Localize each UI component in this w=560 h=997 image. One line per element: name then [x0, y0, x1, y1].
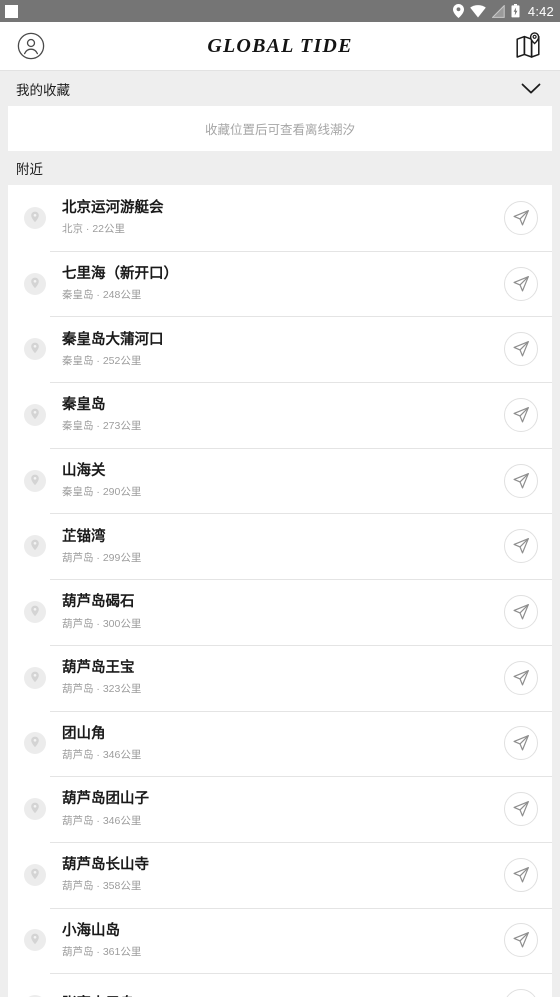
list-item-subtitle: 秦皇岛 · 273公里 — [62, 420, 142, 433]
list-item-title: 小海山岛 — [62, 922, 120, 939]
list-item-subtitle: 北京 · 22公里 — [62, 223, 126, 236]
nearby-list: 北京运河游艇会 北京 · 22公里 七里海（新开口） 秦皇岛 · 248公里 秦… — [8, 185, 552, 997]
list-item[interactable]: 七里海（新开口） 秦皇岛 · 248公里 — [8, 250, 552, 317]
location-pin-icon — [20, 600, 50, 623]
list-item[interactable]: 葫芦岛团山子 葫芦岛 · 346公里 — [8, 776, 552, 842]
list-item[interactable]: 小海山岛 葫芦岛 · 361公里 — [8, 907, 552, 974]
location-pin-icon — [20, 732, 50, 755]
list-item-subtitle: 葫芦岛 · 323公里 — [62, 683, 142, 696]
list-item[interactable]: 北京运河游艇会 北京 · 22公里 — [8, 185, 552, 251]
list-item[interactable]: 秦皇岛 秦皇岛 · 273公里 — [8, 382, 552, 448]
navigate-arrow-icon[interactable] — [504, 792, 538, 827]
chevron-down-icon[interactable] — [518, 76, 544, 102]
list-item-text: 葫芦岛长山寺 葫芦岛 · 358公里 — [50, 856, 504, 893]
wifi-icon — [470, 4, 486, 18]
list-item-subtitle: 秦皇岛 · 290公里 — [62, 486, 142, 499]
location-pin-icon — [20, 272, 50, 295]
list-item-text: 山海关 秦皇岛 · 290公里 — [50, 462, 504, 499]
status-bar-clock: 4:42 — [527, 3, 554, 19]
location-pin-icon — [20, 666, 50, 689]
account-circle-icon[interactable] — [14, 29, 48, 63]
list-item-text: 秦皇岛 秦皇岛 · 273公里 — [50, 396, 504, 433]
list-item-subtitle: 秦皇岛 · 248公里 — [62, 289, 142, 302]
favorites-empty-card: 收藏位置后可查看离线潮汐 — [8, 106, 552, 151]
list-item-text: 葫芦岛碣石 葫芦岛 · 300公里 — [50, 593, 504, 630]
list-item[interactable]: 葫芦岛碣石 葫芦岛 · 300公里 — [8, 579, 552, 645]
list-item-text: 秦皇岛大蒲河口 秦皇岛 · 252公里 — [50, 331, 504, 368]
map-pin-icon[interactable] — [512, 29, 546, 63]
list-item-title: 团山角 — [62, 725, 106, 742]
favorites-section-header[interactable]: 我的收藏 — [0, 71, 560, 106]
location-pin-icon — [20, 469, 50, 492]
page-title: GLOBAL TIDE — [207, 34, 353, 57]
favorites-title: 我的收藏 — [16, 82, 70, 98]
list-item-subtitle: 葫芦岛 · 358公里 — [62, 880, 142, 893]
navigate-arrow-icon[interactable] — [504, 660, 538, 695]
list-item[interactable]: 张家山子岛 — [8, 973, 552, 997]
list-item-title: 芷锚湾 — [62, 528, 106, 545]
location-pin-icon — [20, 535, 50, 558]
list-item[interactable]: 团山角 葫芦岛 · 346公里 — [8, 710, 552, 777]
list-item-text: 团山角 葫芦岛 · 346公里 — [50, 725, 504, 762]
navigate-arrow-icon[interactable] — [504, 594, 538, 629]
location-pin-icon — [20, 798, 50, 821]
list-item-title: 秦皇岛 — [62, 397, 106, 414]
list-item-title: 山海关 — [62, 463, 106, 480]
list-item-subtitle: 葫芦岛 · 346公里 — [62, 814, 142, 827]
list-item-subtitle: 秦皇岛 · 252公里 — [62, 354, 142, 367]
favorites-empty-message: 收藏位置后可查看离线潮汐 — [204, 123, 355, 137]
list-item-text: 葫芦岛王宝 葫芦岛 · 323公里 — [50, 659, 504, 696]
list-item[interactable]: 山海关 秦皇岛 · 290公里 — [8, 447, 552, 514]
list-item-text: 北京运河游艇会 北京 · 22公里 — [50, 199, 504, 236]
content-scroll-area[interactable]: 我的收藏 收藏位置后可查看离线潮汐 附近 北京运河游艇会 北京 · 22公里 七… — [0, 71, 560, 997]
location-icon — [452, 4, 464, 18]
list-item-subtitle: 葫芦岛 · 299公里 — [62, 551, 142, 564]
navigate-arrow-icon[interactable] — [504, 332, 538, 367]
cell-signal-icon — [491, 4, 505, 18]
list-item[interactable]: 葫芦岛王宝 葫芦岛 · 323公里 — [8, 644, 552, 711]
list-item-title: 秦皇岛大蒲河口 — [62, 331, 164, 348]
list-item-text: 小海山岛 葫芦岛 · 361公里 — [50, 922, 504, 959]
nearby-title: 附近 — [16, 162, 43, 177]
nearby-section-header: 附近 — [0, 151, 560, 185]
list-item[interactable]: 芷锚湾 葫芦岛 · 299公里 — [8, 513, 552, 579]
list-item-title: 葫芦岛王宝 — [62, 660, 135, 677]
list-item-subtitle: 葫芦岛 · 346公里 — [62, 748, 142, 761]
list-item-text: 葫芦岛团山子 葫芦岛 · 346公里 — [50, 790, 504, 827]
list-item-title: 北京运河游艇会 — [62, 200, 164, 217]
navigate-arrow-icon[interactable] — [504, 989, 538, 997]
navigate-arrow-icon[interactable] — [504, 857, 538, 892]
location-pin-icon — [20, 338, 50, 361]
battery-icon — [511, 4, 520, 18]
location-pin-icon — [20, 403, 50, 426]
navigate-arrow-icon[interactable] — [504, 200, 538, 235]
app-square-icon — [5, 4, 18, 18]
list-item-title: 七里海（新开口） — [62, 265, 178, 282]
list-item-title: 葫芦岛团山子 — [62, 791, 149, 808]
location-pin-icon — [20, 206, 50, 229]
status-bar: 4:42 — [0, 0, 560, 22]
navigate-arrow-icon[interactable] — [504, 529, 538, 564]
list-item-subtitle: 葫芦岛 · 361公里 — [62, 945, 142, 958]
location-pin-icon — [20, 929, 50, 952]
navigate-arrow-icon[interactable] — [504, 726, 538, 761]
navigate-arrow-icon[interactable] — [504, 463, 538, 498]
navigate-arrow-icon[interactable] — [504, 397, 538, 432]
list-item-title: 葫芦岛碣石 — [62, 594, 135, 611]
list-item-text: 芷锚湾 葫芦岛 · 299公里 — [50, 528, 504, 565]
list-item-subtitle: 葫芦岛 · 300公里 — [62, 617, 142, 630]
app-bar: GLOBAL TIDE — [0, 22, 560, 71]
list-item[interactable]: 葫芦岛长山寺 葫芦岛 · 358公里 — [8, 841, 552, 908]
list-item-text: 七里海（新开口） 秦皇岛 · 248公里 — [50, 265, 504, 302]
navigate-arrow-icon[interactable] — [504, 923, 538, 958]
location-pin-icon — [20, 863, 50, 886]
status-bar-right: 4:42 — [452, 3, 554, 19]
status-bar-left — [5, 4, 18, 18]
list-item-title: 葫芦岛长山寺 — [62, 857, 149, 874]
list-item[interactable]: 秦皇岛大蒲河口 秦皇岛 · 252公里 — [8, 316, 552, 382]
navigate-arrow-icon[interactable] — [504, 266, 538, 301]
